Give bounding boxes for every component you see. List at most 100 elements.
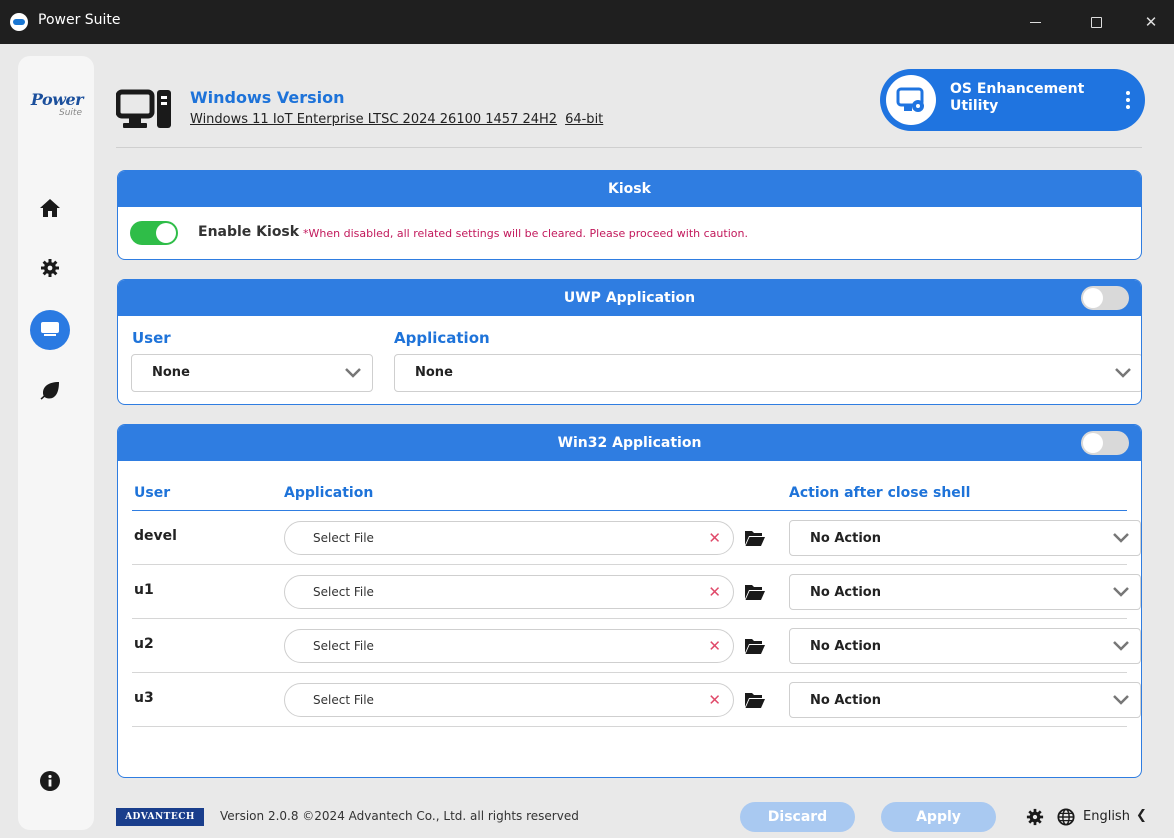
file-placeholder: Select File bbox=[313, 693, 374, 707]
brand-logo: Power Suite bbox=[28, 90, 86, 119]
win32-panel-header: Win32 Application bbox=[118, 425, 1141, 461]
col-application: Application bbox=[284, 485, 374, 501]
table-row: devel Select File ✕ No Action bbox=[132, 512, 1141, 565]
header: Windows Version Windows 11 IoT Enterpris… bbox=[116, 69, 1145, 148]
uwp-application-label: Application bbox=[394, 329, 490, 347]
sidebar-item-about[interactable] bbox=[30, 761, 70, 801]
select-file-input[interactable]: Select File ✕ bbox=[284, 683, 734, 717]
uwp-application-value: None bbox=[415, 365, 453, 380]
clear-icon[interactable]: ✕ bbox=[708, 528, 721, 548]
clear-icon[interactable]: ✕ bbox=[708, 636, 721, 656]
close-icon: ✕ bbox=[1144, 13, 1158, 31]
maximize-icon bbox=[1090, 16, 1102, 28]
action-value: No Action bbox=[810, 585, 881, 600]
uwp-application-panel: UWP Application User Application None No… bbox=[117, 279, 1142, 405]
toggle-knob bbox=[156, 223, 176, 243]
table-row: u2 Select File ✕ No Action bbox=[132, 620, 1141, 673]
advantech-logo: ADVANTECH bbox=[116, 808, 204, 826]
folder-open-icon[interactable] bbox=[744, 636, 766, 656]
row-user: devel bbox=[134, 528, 177, 544]
globe-icon[interactable] bbox=[1057, 808, 1075, 826]
folder-open-icon[interactable] bbox=[744, 582, 766, 602]
os-enhancement-utility-badge[interactable]: OS Enhancement Utility bbox=[880, 69, 1145, 131]
sidebar: Power Suite bbox=[18, 56, 94, 830]
toggle-knob bbox=[1083, 288, 1103, 308]
windows-version-value: Windows 11 IoT Enterprise LTSC 2024 2610… bbox=[190, 112, 603, 127]
uwp-enable-toggle[interactable] bbox=[1081, 286, 1129, 310]
window-title: Power Suite bbox=[38, 12, 121, 28]
chevron-left-icon[interactable]: ❮ bbox=[1136, 808, 1147, 823]
col-user: User bbox=[134, 485, 171, 501]
uwp-title: UWP Application bbox=[563, 290, 696, 306]
app-logo-icon bbox=[10, 13, 28, 31]
sidebar-item-eco[interactable] bbox=[30, 370, 70, 410]
uwp-user-select[interactable]: None bbox=[131, 354, 373, 392]
utility-title-line1: OS Enhancement bbox=[950, 81, 1085, 97]
chevron-down-icon bbox=[1113, 533, 1129, 543]
col-action-after-close: Action after close shell bbox=[789, 485, 971, 501]
kiosk-title: Kiosk bbox=[608, 181, 651, 197]
action-select[interactable]: No Action bbox=[789, 520, 1141, 556]
win32-title: Win32 Application bbox=[557, 435, 702, 451]
enable-kiosk-toggle[interactable] bbox=[130, 221, 178, 245]
action-value: No Action bbox=[810, 531, 881, 546]
action-value: No Action bbox=[810, 639, 881, 654]
sidebar-item-os-enhancement[interactable] bbox=[30, 310, 70, 350]
uwp-user-label: User bbox=[132, 329, 171, 347]
win32-application-panel: Win32 Application User Application Actio… bbox=[117, 424, 1142, 778]
folder-open-icon[interactable] bbox=[744, 528, 766, 548]
minimize-icon bbox=[1029, 21, 1041, 23]
language-selector[interactable]: English bbox=[1083, 809, 1130, 824]
minimize-button[interactable] bbox=[1012, 0, 1058, 44]
desktop-computer-icon bbox=[116, 89, 171, 128]
brand-sub: Suite bbox=[59, 108, 82, 118]
maximize-button[interactable] bbox=[1073, 0, 1119, 44]
clear-icon[interactable]: ✕ bbox=[708, 582, 721, 602]
version-text: Version 2.0.8 ©2024 Advantech Co., Ltd. … bbox=[220, 809, 579, 823]
chevron-down-icon bbox=[1115, 368, 1131, 378]
uwp-application-select[interactable]: None bbox=[394, 354, 1141, 392]
row-user: u3 bbox=[134, 690, 154, 706]
row-user: u2 bbox=[134, 636, 154, 652]
action-select[interactable]: No Action bbox=[789, 628, 1141, 664]
monitor-icon bbox=[41, 322, 59, 336]
monitor-settings-icon bbox=[886, 75, 936, 125]
enable-kiosk-label: Enable Kiosk bbox=[198, 224, 300, 240]
footer: ADVANTECH Version 2.0.8 ©2024 Advantech … bbox=[116, 800, 1147, 832]
utility-title: OS Enhancement Utility bbox=[950, 81, 1084, 115]
table-row: u1 Select File ✕ No Action bbox=[132, 566, 1141, 619]
select-file-input[interactable]: Select File ✕ bbox=[284, 521, 734, 555]
win32-enable-toggle[interactable] bbox=[1081, 431, 1129, 455]
clear-icon[interactable]: ✕ bbox=[708, 690, 721, 710]
home-icon bbox=[40, 199, 60, 217]
brand-main: Power bbox=[30, 90, 84, 109]
kiosk-panel: Kiosk Enable Kiosk *When disabled, all r… bbox=[117, 170, 1142, 260]
toggle-knob bbox=[1083, 433, 1103, 453]
sidebar-item-settings[interactable] bbox=[30, 248, 70, 288]
close-button[interactable]: ✕ bbox=[1128, 0, 1174, 44]
chevron-down-icon bbox=[1113, 695, 1129, 705]
info-icon bbox=[40, 771, 60, 791]
sidebar-item-home[interactable] bbox=[30, 188, 70, 228]
select-file-input[interactable]: Select File ✕ bbox=[284, 575, 734, 609]
folder-open-icon[interactable] bbox=[744, 690, 766, 710]
more-options-icon[interactable] bbox=[1118, 87, 1138, 113]
uwp-user-value: None bbox=[152, 365, 190, 380]
action-select[interactable]: No Action bbox=[789, 574, 1141, 610]
gear-icon bbox=[41, 259, 59, 277]
select-file-input[interactable]: Select File ✕ bbox=[284, 629, 734, 663]
apply-button[interactable]: Apply bbox=[881, 802, 996, 832]
action-select[interactable]: No Action bbox=[789, 682, 1141, 718]
kiosk-warning-text: *When disabled, all related settings wil… bbox=[303, 227, 748, 240]
file-placeholder: Select File bbox=[313, 639, 374, 653]
discard-button[interactable]: Discard bbox=[740, 802, 855, 832]
kiosk-panel-header: Kiosk bbox=[118, 171, 1141, 207]
leaf-icon bbox=[40, 382, 59, 400]
theme-settings-icon[interactable] bbox=[1026, 808, 1044, 826]
chevron-down-icon bbox=[345, 368, 361, 378]
uwp-panel-header: UWP Application bbox=[118, 280, 1141, 316]
windows-version-title: Windows Version bbox=[190, 88, 345, 107]
chevron-down-icon bbox=[1113, 587, 1129, 597]
os-name: Windows 11 IoT Enterprise LTSC 2024 2610… bbox=[190, 112, 558, 127]
file-placeholder: Select File bbox=[313, 585, 374, 599]
